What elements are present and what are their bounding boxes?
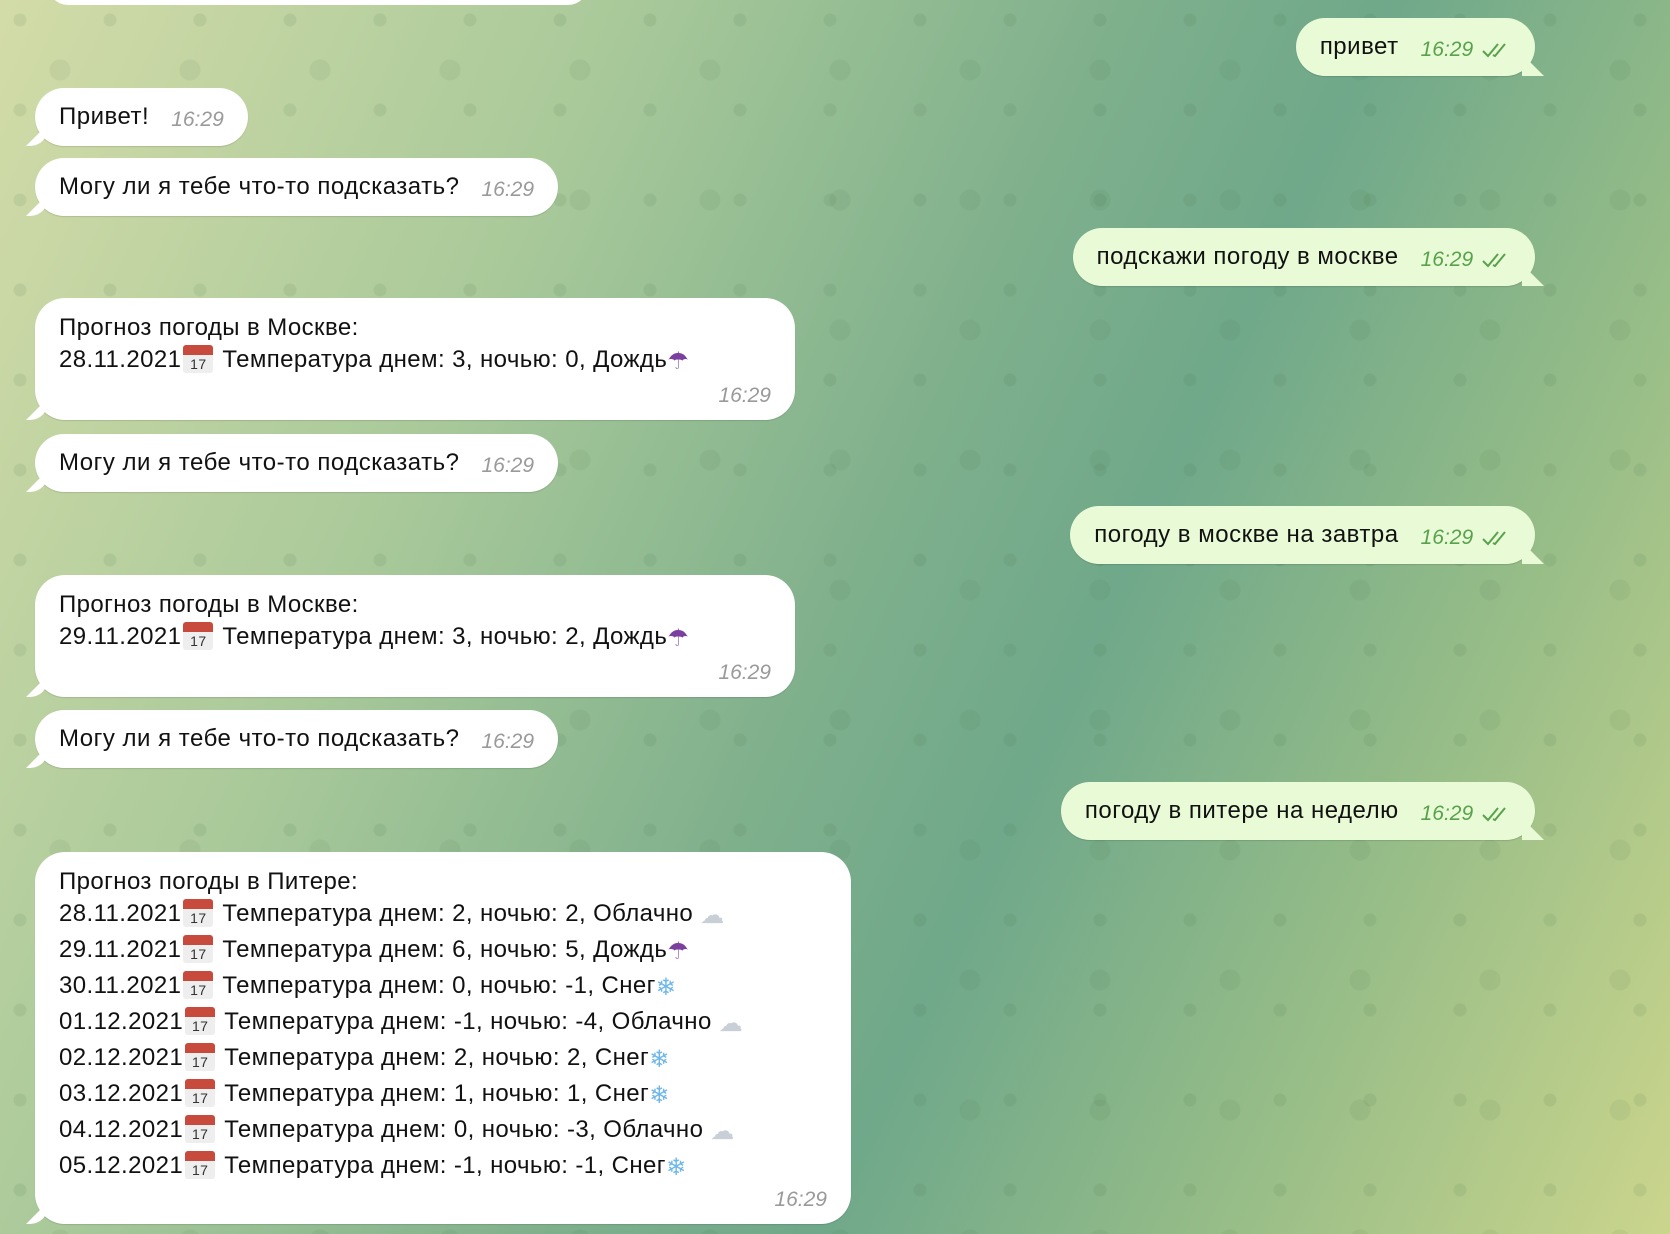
forecast-line: 30.11.2021 17 Температура днем: 0, ночью:… <box>59 969 827 1005</box>
forecast-date: 30.11.2021 <box>59 972 182 999</box>
message-text: Могу ли я тебе что-то подсказать? <box>59 173 460 200</box>
calendar-icon: 17 <box>183 935 214 963</box>
forecast-text: Температура днем: 0, ночью: -1, Снег <box>222 972 656 999</box>
forecast-line: 28.11.2021 17 Температура днем: 3, ночью:… <box>59 343 771 379</box>
forecast-text: Температура днем: 0, ночью: -3, Облачно <box>224 1116 704 1143</box>
forecast-date: 01.12.2021 <box>59 1008 184 1035</box>
calendar-icon: 17 <box>183 971 214 999</box>
forecast-date: 05.12.2021 <box>59 1152 184 1179</box>
calendar-icon: 17 <box>185 1079 216 1107</box>
double-check-icon <box>1482 253 1506 268</box>
message-time: 16:29 <box>718 661 771 684</box>
outgoing-message[interactable]: подскажи погоду в москве 16:29 <box>1072 228 1535 286</box>
message-text: Привет! <box>59 103 150 130</box>
forecast-date: 04.12.2021 <box>59 1116 184 1143</box>
message-time: 16:29 <box>481 454 535 477</box>
umbrella-icon: ☂ <box>667 938 690 965</box>
umbrella-icon: ☂ <box>667 625 690 652</box>
incoming-message[interactable]: Могу ли я тебе что-то подсказать? 16:29 <box>35 710 559 768</box>
calendar-icon: 17 <box>183 345 214 373</box>
forecast-line: 04.12.2021 17 Температура днем: 0, ночью:… <box>59 1113 827 1149</box>
calendar-icon: 17 <box>185 1043 216 1071</box>
forecast-line: 05.12.2021 17 Температура днем: -1, ночью… <box>59 1149 827 1185</box>
message-text: Могу ли я тебе что-то подсказать? <box>59 449 460 476</box>
message-text: погоду в питере на неделю <box>1084 797 1399 824</box>
message-time: 16:29 <box>774 1188 827 1211</box>
forecast-text: Температура днем: 3, ночью: 0, Дождь <box>222 346 668 373</box>
double-check-icon <box>1482 531 1506 546</box>
message-text: привет <box>1319 33 1399 60</box>
cloud-icon: ☁ <box>700 902 725 929</box>
outgoing-message[interactable]: привет 16:29 <box>1295 18 1535 76</box>
message-time: 16:29 <box>1421 38 1511 62</box>
cloud-icon: ☁ <box>710 1118 735 1145</box>
forecast-text: Температура днем: 3, ночью: 2, Дождь <box>222 623 668 650</box>
cloud-icon: ☁ <box>718 1010 744 1037</box>
message-time: 16:29 <box>1421 802 1511 826</box>
outgoing-message[interactable]: погоду в москве на завтра 16:29 <box>1070 506 1535 564</box>
double-check-icon <box>1482 43 1506 58</box>
snowflake-icon: ❄ <box>649 1082 670 1109</box>
forecast-title: Прогноз погоды в Москве: <box>59 314 359 341</box>
forecast-text: Температура днем: 2, ночью: 2, Облачно <box>222 900 694 927</box>
forecast-line: 29.11.2021 17 Температура днем: 3, ночью:… <box>59 620 771 656</box>
message-time: 16:29 <box>1421 248 1511 272</box>
forecast-line: 03.12.2021 17 Температура днем: 1, ночью:… <box>59 1077 827 1113</box>
forecast-date: 28.11.2021 <box>59 346 182 373</box>
forecast-text: Температура днем: 2, ночью: 2, Снег <box>224 1044 650 1071</box>
forecast-date: 29.11.2021 <box>59 936 182 963</box>
umbrella-icon: ☂ <box>667 348 690 375</box>
forecast-message[interactable]: Прогноз погоды в Питере: 28.11.2021 17 Те… <box>35 852 851 1224</box>
calendar-icon: 17 <box>185 1007 216 1035</box>
forecast-text: Температура днем: -1, ночью: -4, Облачно <box>224 1008 712 1035</box>
snowflake-icon: ❄ <box>655 974 677 1001</box>
calendar-icon: 17 <box>185 1115 216 1143</box>
forecast-message[interactable]: Прогноз погоды в Москве: 29.11.2021 17 Те… <box>35 575 795 697</box>
message-text: погоду в москве на завтра <box>1094 521 1399 548</box>
forecast-date: 28.11.2021 <box>59 900 182 927</box>
forecast-date: 29.11.2021 <box>59 623 182 650</box>
forecast-date: 03.12.2021 <box>59 1080 184 1107</box>
message-time: 16:29 <box>718 384 771 407</box>
forecast-line: 28.11.2021 17 Температура днем: 2, ночью:… <box>59 897 827 933</box>
message-time: 16:29 <box>481 730 535 753</box>
calendar-icon: 17 <box>183 899 214 927</box>
forecast-line: 29.11.2021 17 Температура днем: 6, ночью:… <box>59 933 827 969</box>
forecast-date: 02.12.2021 <box>59 1044 184 1071</box>
forecast-line: 02.12.2021 17 Температура днем: 2, ночью:… <box>59 1041 827 1077</box>
message-time: 16:29 <box>481 178 535 201</box>
forecast-text: Температура днем: 6, ночью: 5, Дождь <box>222 936 668 963</box>
forecast-text: Температура днем: -1, ночью: -1, Снег <box>224 1152 666 1179</box>
previous-message-bubble <box>48 0 588 5</box>
incoming-message[interactable]: Могу ли я тебе что-то подсказать? 16:29 <box>35 434 559 492</box>
forecast-text: Температура днем: 1, ночью: 1, Снег <box>224 1080 650 1107</box>
message-text: подскажи погоду в москве <box>1096 243 1399 270</box>
snowflake-icon: ❄ <box>665 1154 687 1181</box>
calendar-icon: 17 <box>183 622 214 650</box>
forecast-line: 01.12.2021 17 Температура днем: -1, ночью… <box>59 1005 827 1041</box>
forecast-title: Прогноз погоды в Москве: <box>59 591 359 618</box>
incoming-message[interactable]: Привет! 16:29 <box>35 88 248 146</box>
message-time: 16:29 <box>171 108 224 131</box>
incoming-message[interactable]: Могу ли я тебе что-то подсказать? 16:29 <box>35 158 559 216</box>
message-text: Могу ли я тебе что-то подсказать? <box>59 725 460 752</box>
forecast-title: Прогноз погоды в Питере: <box>59 868 359 895</box>
calendar-icon: 17 <box>185 1151 216 1179</box>
double-check-icon <box>1482 807 1506 822</box>
snowflake-icon: ❄ <box>649 1046 670 1073</box>
message-time: 16:29 <box>1421 526 1511 550</box>
forecast-message[interactable]: Прогноз погоды в Москве: 28.11.2021 17 Те… <box>35 298 795 420</box>
outgoing-message[interactable]: погоду в питере на неделю 16:29 <box>1060 782 1535 840</box>
